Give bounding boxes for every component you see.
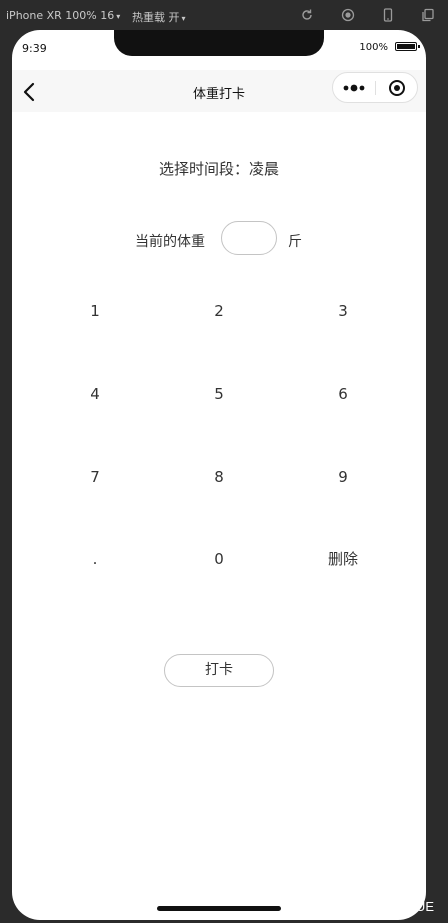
key-5[interactable]: 5 [174,374,264,414]
weight-unit: 斤 [288,234,302,250]
watermark: CSDN @尚博TRUE [318,899,434,914]
key-delete[interactable]: 删除 [298,539,388,579]
notch [114,30,324,56]
device-label: iPhone XR 100% 16 [6,9,115,22]
key-6[interactable]: 6 [298,374,388,414]
weight-input[interactable] [221,221,277,255]
weight-row: 当前的体重 斤 [12,221,426,258]
status-time: 9:39 [22,42,47,55]
target-circle-icon[interactable] [388,79,406,97]
phone-screen: 9:39 100% 体重打卡 选择时间段：凌晨 当前的体重 斤 1 2 3 4 … [12,30,426,920]
caret-down-icon: ▾ [181,14,186,23]
record-icon[interactable] [341,8,355,22]
key-8[interactable]: 8 [174,457,264,497]
more-dots-icon[interactable] [342,81,368,95]
menu-capsule [332,72,418,103]
hot-reload-label: 热重载 开 [132,11,180,24]
battery-percent: 100% [359,42,388,53]
refresh-icon[interactable] [300,8,314,22]
devtools-bar: iPhone XR 100% 16 ▾ 热重载 开 ▾ [0,0,448,30]
device-selector[interactable]: iPhone XR 100% 16 ▾ [6,9,120,22]
copy-icon[interactable] [421,8,435,22]
checkin-button[interactable]: 打卡 [164,654,274,687]
key-2[interactable]: 2 [174,291,264,331]
key-9[interactable]: 9 [298,457,388,497]
hot-reload-toggle[interactable]: 热重载 开 ▾ [132,9,186,25]
battery-icon [395,42,420,51]
home-indicator [157,906,281,911]
key-3[interactable]: 3 [298,291,388,331]
key-7[interactable]: 7 [50,457,140,497]
key-dot[interactable]: . [50,539,140,579]
phone-icon[interactable] [381,8,395,22]
key-0[interactable]: 0 [174,539,264,579]
caret-down-icon: ▾ [116,12,121,21]
key-1[interactable]: 1 [50,291,140,331]
time-period-selector[interactable]: 选择时间段：凌晨 [12,158,426,179]
weight-label: 当前的体重 [135,234,205,250]
capsule-divider [375,81,376,95]
navigation-bar: 体重打卡 [12,70,426,112]
key-4[interactable]: 4 [50,374,140,414]
